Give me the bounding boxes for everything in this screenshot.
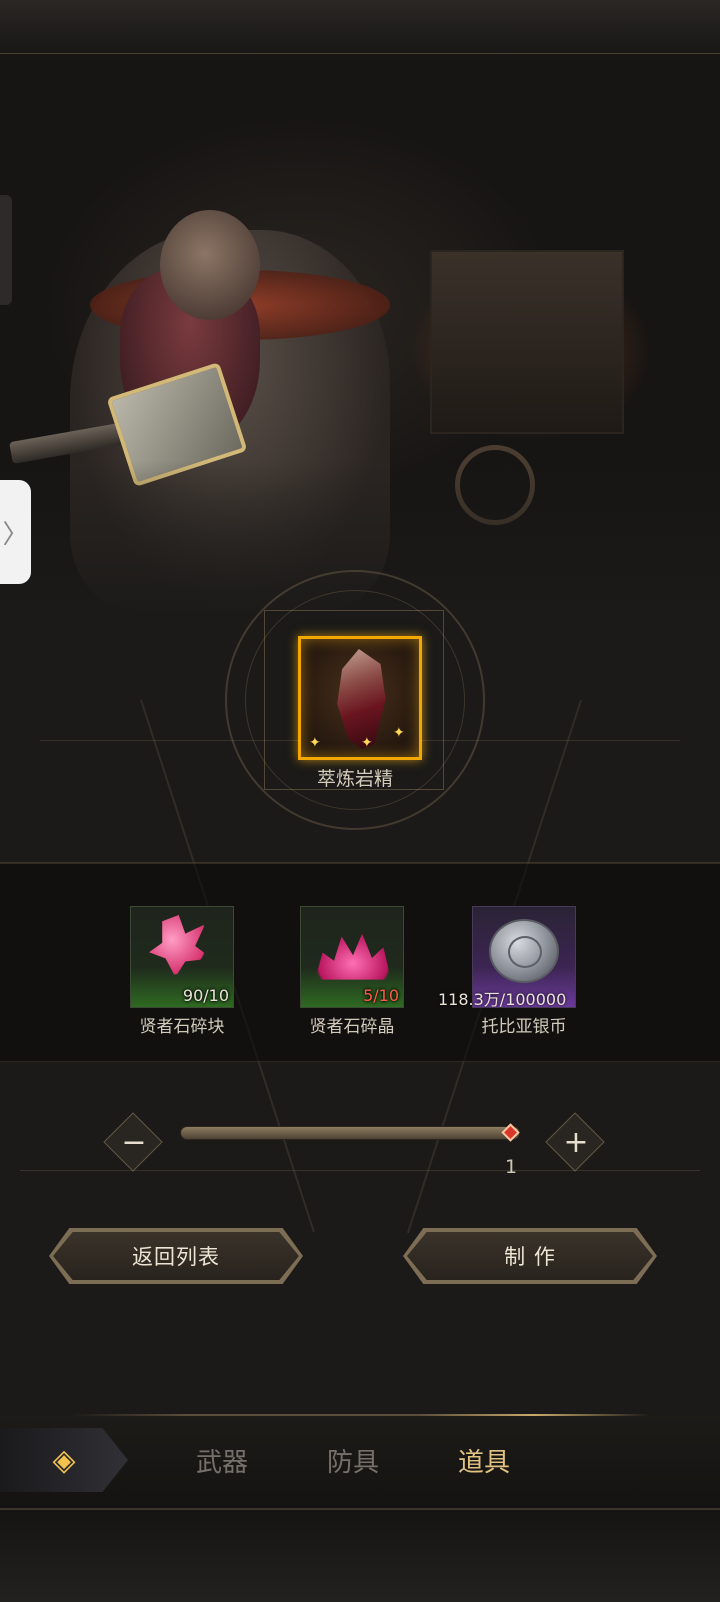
tab-weapons[interactable]: 武器 (196, 1442, 248, 1479)
sparkle-icon: ✦ (361, 735, 373, 751)
material-name: 贤者石碎块 (139, 1017, 225, 1037)
material-slot-sage-stone-fragment[interactable]: 90/10 (130, 906, 234, 1008)
material-count: 90/10 (182, 986, 229, 1005)
return-to-list-label: 返回列表 (132, 1245, 220, 1269)
craft-label: 制 作 (504, 1245, 556, 1269)
material-slot-sage-stone-crystal[interactable]: 5/10 (300, 906, 404, 1008)
refined-rock-essence-icon (337, 649, 386, 749)
tab-armor[interactable]: 防具 (327, 1442, 379, 1479)
sparkle-icon: ✦ (393, 725, 405, 741)
pink-shards-icon (149, 915, 212, 977)
material-count-insufficient: 5/10 (363, 986, 399, 1005)
target-item-name: 萃炼岩精 (316, 768, 393, 790)
target-item-slot[interactable]: ✦ ✦ ✦ (298, 636, 422, 760)
blacksmith-illustration (0, 60, 720, 620)
left-edge-bar (0, 195, 12, 305)
chevron-right-icon: 〉 (2, 519, 29, 550)
minus-icon: − (121, 1124, 147, 1160)
dwarf-head (160, 210, 260, 320)
pink-crystal-cluster-icon (315, 933, 391, 980)
forge-illustration (430, 250, 624, 434)
material-count: 5/10 (363, 986, 399, 1005)
material-name: 托比亚银币 (481, 1017, 567, 1037)
material-count: 118.3万/100000 (438, 990, 567, 1009)
increase-button[interactable]: + (548, 1117, 604, 1167)
back-arrow-icon: ◈ (52, 1442, 76, 1478)
silver-coin-icon (489, 919, 559, 983)
craft-button[interactable]: 制 作 (403, 1228, 657, 1284)
quantity-value: 1 (505, 1156, 518, 1178)
decor-line (20, 1170, 700, 1171)
side-drawer-tab[interactable]: 〉 (0, 480, 31, 584)
return-to-list-button[interactable]: 返回列表 (49, 1228, 303, 1284)
material-name: 贤者石碎晶 (309, 1017, 395, 1037)
decrease-button[interactable]: − (106, 1117, 162, 1167)
sparkle-icon: ✦ (309, 735, 321, 751)
nav-divider (70, 1414, 650, 1416)
top-frame (0, 0, 720, 62)
quantity-slider[interactable] (180, 1126, 520, 1140)
tab-items[interactable]: 道具 (458, 1442, 510, 1479)
plus-icon: + (563, 1124, 589, 1160)
bottom-frame (0, 1508, 720, 1602)
nav-back-button[interactable]: ◈ (0, 1428, 128, 1492)
